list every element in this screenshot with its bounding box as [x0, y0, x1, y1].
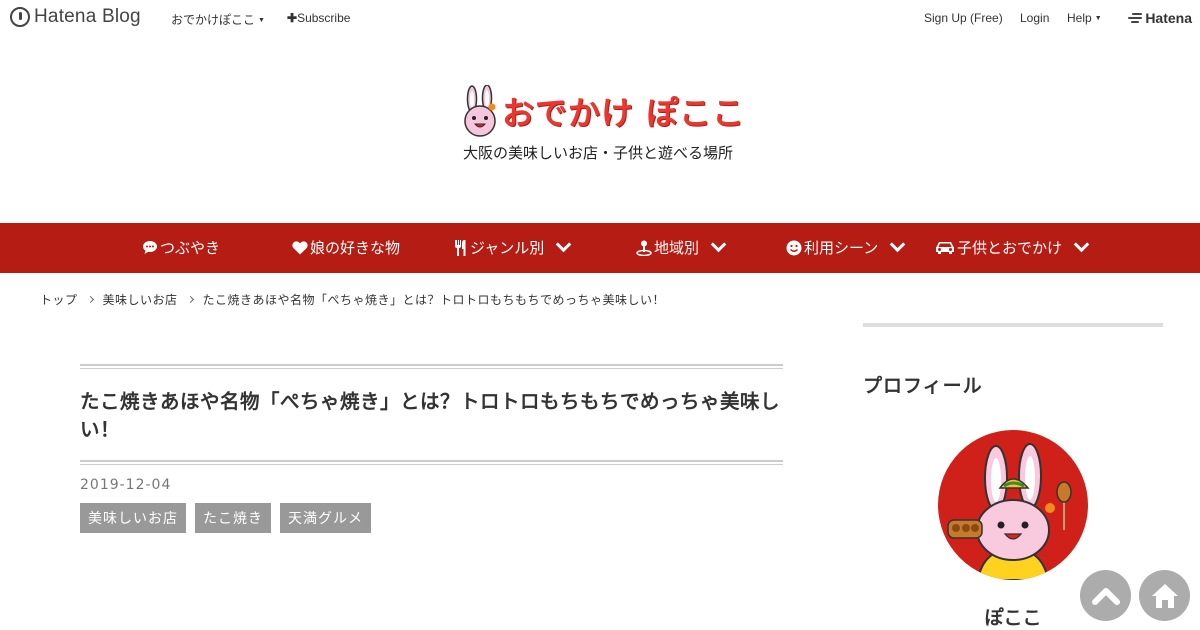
signup-link[interactable]: Sign Up (Free) — [924, 11, 1003, 25]
chevron-down-icon — [710, 236, 727, 253]
breadcrumb-current: たこ焼きあほや名物「ぺちゃ焼き」とは？トロトロもちもちでめっちゃ美味しい！ — [202, 293, 666, 307]
chevron-down-icon — [889, 236, 906, 253]
nav-item-label: 利用シーン — [804, 239, 879, 257]
cutlery-icon — [455, 239, 466, 256]
breadcrumb: トップ 美味しいお店 たこ焼きあほや名物「ぺちゃ焼き」とは？トロトロもちもちでめ… — [40, 291, 665, 308]
car-icon — [936, 242, 954, 254]
smile-icon — [786, 240, 802, 255]
login-link[interactable]: Login — [1020, 11, 1049, 25]
blog-logo[interactable]: おでかけ ぽここ — [462, 85, 745, 137]
help-label: Help — [1067, 11, 1092, 25]
blog-description: 大阪の美味しいお店・子供と遊べる場所 — [462, 144, 733, 162]
nav-item-genre[interactable]: ジャンル別 — [454, 236, 572, 258]
profile-heading: プロフィール — [863, 375, 983, 397]
scroll-to-top-button[interactable] — [1080, 570, 1131, 621]
sidebar-profile: プロフィール ぽここ — [863, 323, 1163, 629]
hatena-blog-logo-icon — [10, 7, 30, 27]
heart-icon — [292, 240, 308, 254]
chevron-down-icon — [555, 236, 572, 253]
hatena-link[interactable]: Hatena — [1128, 10, 1192, 26]
subscribe-button[interactable]: ✚Subscribe — [287, 11, 350, 25]
map-pin-icon — [636, 240, 652, 256]
article-header: たこ焼きあほや名物「ぺちゃ焼き」とは？トロトロもちもちでめっちゃ美味しい！ 20… — [80, 364, 783, 533]
nav-item-label: ジャンル別 — [470, 239, 545, 257]
help-dropdown[interactable]: Help ▼ — [1067, 11, 1102, 25]
home-button[interactable] — [1139, 570, 1190, 621]
caret-down-icon: ▼ — [258, 17, 265, 24]
hatena-logo-icon — [1128, 13, 1143, 23]
nav-item-outing[interactable]: 子供とおでかけ — [935, 236, 1090, 258]
nav-item-tsubuyaki[interactable]: つぶやき — [142, 237, 220, 258]
hatena-top-bar: Hatena Blog おでかけぽここ ▼ ✚Subscribe Sign Up … — [0, 0, 1200, 36]
category-tag[interactable]: 美味しいお店 — [80, 503, 186, 533]
nav-item-label: 子供とおでかけ — [957, 239, 1063, 257]
chevron-up-icon — [1091, 587, 1120, 605]
nav-item-region[interactable]: 地域別 — [636, 236, 727, 258]
nav-item-scene[interactable]: 利用シーン — [786, 236, 906, 258]
divider — [863, 323, 1163, 327]
entry-date[interactable]: 2019-12-04 — [80, 477, 783, 493]
divider — [80, 460, 783, 465]
chevron-right-icon — [186, 295, 194, 304]
avatar[interactable] — [938, 430, 1088, 580]
rabbit-mascot-icon — [464, 85, 496, 137]
global-nav: つぶやき 娘の好きな物 ジャンル別 地域別 利用シーン 子供とおでかけ — [0, 223, 1200, 273]
plus-icon: ✚ — [287, 11, 298, 25]
blog-menu-dropdown[interactable]: おでかけぽここ ▼ — [171, 11, 265, 28]
rabbit-avatar-image — [947, 443, 1072, 580]
home-icon — [1151, 583, 1178, 608]
hatena-label: Hatena — [1145, 10, 1192, 26]
breadcrumb-top[interactable]: トップ — [40, 291, 78, 308]
entry-categories: 美味しいお店 たこ焼き 天満グルメ — [80, 503, 783, 533]
comment-icon — [143, 241, 157, 254]
breadcrumb-category[interactable]: 美味しいお店 — [103, 291, 178, 308]
nav-item-label: 娘の好きな物 — [310, 239, 401, 257]
nav-item-label: 地域別 — [654, 239, 700, 257]
hatena-blog-logo[interactable]: Hatena Blog — [10, 6, 141, 28]
category-tag[interactable]: たこ焼き — [195, 503, 271, 533]
entry-title[interactable]: たこ焼きあほや名物「ぺちゃ焼き」とは？トロトロもちもちでめっちゃ美味しい！ — [80, 369, 783, 460]
blog-header: おでかけ ぽここ 大阪の美味しいお店・子供と遊べる場所 — [0, 80, 1200, 170]
blog-menu-label: おでかけぽここ — [171, 13, 256, 27]
category-tag[interactable]: 天満グルメ — [280, 503, 371, 533]
caret-down-icon: ▼ — [1094, 15, 1102, 22]
chevron-right-icon — [86, 295, 94, 304]
nav-item-favorites[interactable]: 娘の好きな物 — [292, 237, 400, 258]
hatena-blog-brand: Hatena Blog — [34, 6, 141, 27]
nav-item-label: つぶやき — [160, 239, 221, 257]
chevron-down-icon — [1073, 236, 1090, 253]
subscribe-label: Subscribe — [297, 11, 351, 25]
blog-title: おでかけ ぽここ — [502, 94, 746, 132]
